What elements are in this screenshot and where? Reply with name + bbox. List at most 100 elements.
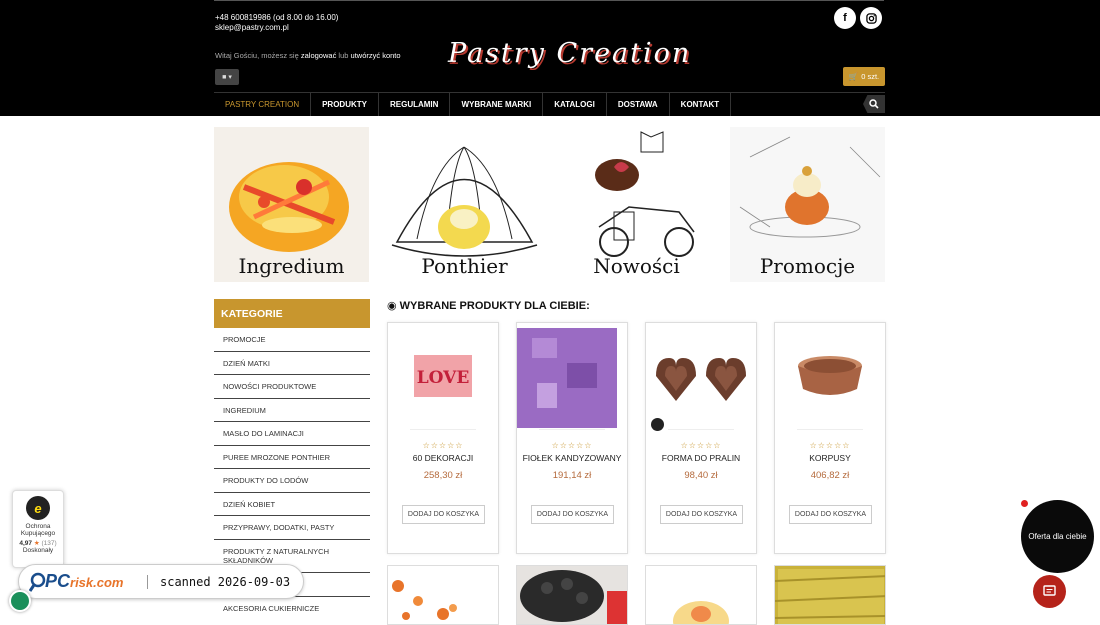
nav-item-wybrane-marki[interactable]: WYBRANE MARKI <box>450 93 544 116</box>
category-item[interactable]: DZIEŃ KOBIET <box>214 493 370 516</box>
category-item[interactable]: INGREDIUM <box>214 399 370 422</box>
categories-header: KATEGORIE <box>214 299 370 328</box>
trust-badge[interactable]: e Ochrona Kupującego 4,97 ★ (137) Doskon… <box>12 490 64 568</box>
rating-stars: ☆☆☆☆☆ <box>551 441 593 450</box>
nav-item-regulamin[interactable]: REGULAMIN <box>379 93 451 116</box>
offer-bubble[interactable]: Oferta dla ciebie <box>1021 500 1094 573</box>
section-title-text: WYBRANE PRODUKTY DLA CIEBIE: <box>399 300 590 312</box>
svg-text:LOVE: LOVE <box>417 368 470 388</box>
site-logo[interactable]: Pastry Creation <box>448 38 691 69</box>
banner-caption: Ponthier <box>421 254 508 278</box>
product-price: 98,40 zł <box>684 470 718 481</box>
search-icon <box>869 99 879 109</box>
product-image <box>646 323 756 428</box>
trust-line2: Kupującego <box>20 530 56 537</box>
product-image <box>775 323 885 428</box>
cart-icon: 🛒 <box>848 72 859 81</box>
product-name[interactable]: FORMA DO PRALIN <box>646 453 756 463</box>
add-to-cart-button[interactable]: DODAJ DO KOSZYKA <box>402 505 485 524</box>
category-item[interactable]: MASŁO DO LAMINACJI <box>214 422 370 446</box>
rating-stars: ☆☆☆☆☆ <box>680 441 722 450</box>
notification-dot <box>1021 500 1028 507</box>
banner-promocje[interactable]: Promocje <box>730 127 885 282</box>
card-divider <box>797 429 863 430</box>
product-image <box>775 566 885 624</box>
greeting-text: Witaj Gościu, możesz się zalogować lub u… <box>215 51 401 60</box>
email-address[interactable]: sklep@pastry.com.pl <box>215 23 338 33</box>
banner-caption: Promocje <box>759 254 856 278</box>
banner-caption: Ingredium <box>238 254 345 278</box>
offer-label: Oferta dla ciebie <box>1028 532 1087 541</box>
pcrisk-watermark: PCrisk.com scanned 2026-09-03 <box>18 564 304 599</box>
chat-button[interactable] <box>1033 575 1066 608</box>
nav-item-produkty[interactable]: PRODUKTY <box>311 93 379 116</box>
product-card[interactable] <box>645 565 757 625</box>
banner-caption: Nowości <box>593 254 680 278</box>
product-name[interactable]: 60 DEKORACJI <box>388 453 498 463</box>
category-item[interactable]: PROMOCJE <box>214 328 370 352</box>
facebook-icon[interactable]: f <box>834 7 856 29</box>
section-title: ◉ WYBRANE PRODUKTY DLA CIEBIE: <box>387 299 590 312</box>
product-image: LOVE <box>388 323 498 428</box>
category-item[interactable]: NOWOŚCI PRODUKTOWE <box>214 375 370 399</box>
product-card[interactable]: ☆☆☆☆☆ FORMA DO PRALIN 98,40 zł DODAJ DO … <box>645 322 757 554</box>
login-link[interactable]: zalogować <box>301 51 336 60</box>
phone-number[interactable]: +48 600819986 (od 8.00 do 16.00) <box>215 13 338 23</box>
nav-item-kontakt[interactable]: KONTAKT <box>670 93 732 116</box>
product-image <box>517 323 627 428</box>
product-card[interactable]: LOVE ☆☆☆☆☆ 60 DEKORACJI 258,30 zł DODAJ … <box>387 322 499 554</box>
header-divider <box>214 0 884 1</box>
user-menu-button[interactable]: ■ ▾ <box>215 69 239 85</box>
add-to-cart-button[interactable]: DODAJ DO KOSZYKA <box>660 505 743 524</box>
chat-icon <box>1043 585 1056 596</box>
trust-count: (137) <box>41 540 57 547</box>
nav-item-katalogi[interactable]: KATALOGI <box>543 93 607 116</box>
star-icon: ★ <box>33 540 40 547</box>
product-card[interactable] <box>387 565 499 625</box>
category-item[interactable]: PRZYPRAWY, DODATKI, PASTY <box>214 516 370 540</box>
banner-ingredium[interactable]: Ingredium <box>214 127 369 282</box>
product-card[interactable]: ☆☆☆☆☆ KORPUSY 406,82 zł DODAJ DO KOSZYKA <box>774 322 886 554</box>
add-to-cart-button[interactable]: DODAJ DO KOSZYKA <box>789 505 872 524</box>
instagram-icon[interactable] <box>860 7 882 29</box>
card-divider <box>668 429 734 430</box>
greeting-mid: lub <box>338 51 349 60</box>
cart-button[interactable]: 🛒 0 szt. <box>843 67 885 86</box>
product-name[interactable]: FIOŁEK KANDYZOWANY <box>517 453 627 463</box>
search-button[interactable] <box>863 95 885 113</box>
trust-line1: Ochrona <box>25 523 51 530</box>
product-card[interactable] <box>774 565 886 625</box>
nav-item-pastry-creation[interactable]: PASTRY CREATION <box>214 93 312 116</box>
greeting-prefix: Witaj Gościu, możesz się <box>215 51 299 60</box>
product-card[interactable]: ☆☆☆☆☆ FIOŁEK KANDYZOWANY 191,14 zł DODAJ… <box>516 322 628 554</box>
contact-info: +48 600819986 (od 8.00 do 16.00) sklep@p… <box>215 13 338 33</box>
trust-rating-row: 4,97 ★ (137) <box>13 539 63 547</box>
category-item[interactable]: PRODUKTY DO LODÓW <box>214 469 370 493</box>
nav-item-dostawa[interactable]: DOSTAWA <box>607 93 670 116</box>
trust-label: Doskonały <box>22 547 54 554</box>
user-icon: ■ ▾ <box>222 74 232 81</box>
card-divider <box>539 429 605 430</box>
pcrisk-brand-suffix: risk.com <box>70 575 124 590</box>
palette-icon: ◉ <box>387 300 397 312</box>
product-price: 406,82 zł <box>810 470 850 481</box>
site-header: +48 600819986 (od 8.00 do 16.00) sklep@p… <box>0 0 1100 116</box>
category-item[interactable]: PUREE MROZONE PONTHIER <box>214 446 370 469</box>
category-item[interactable]: AKCESORIA CUKIERNICZE <box>214 597 370 620</box>
category-item[interactable]: DZIEŃ MATKI <box>214 352 370 375</box>
product-card[interactable] <box>516 565 628 625</box>
cart-count: 0 szt. <box>861 72 880 81</box>
cookie-settings-button[interactable] <box>9 590 31 612</box>
magnifier-icon <box>29 572 46 592</box>
register-link[interactable]: utwórzyć konto <box>351 51 401 60</box>
rating-stars: ☆☆☆☆☆ <box>422 441 464 450</box>
product-name[interactable]: KORPUSY <box>775 453 885 463</box>
product-image <box>517 566 627 624</box>
product-image <box>646 566 756 624</box>
card-divider <box>410 429 476 430</box>
add-to-cart-button[interactable]: DODAJ DO KOSZYKA <box>531 505 614 524</box>
banner-nowosci[interactable]: Nowości <box>559 127 714 282</box>
banner-ponthier[interactable]: Ponthier <box>387 127 542 282</box>
product-price: 191,14 zł <box>552 470 592 481</box>
rating-stars: ☆☆☆☆☆ <box>809 441 851 450</box>
